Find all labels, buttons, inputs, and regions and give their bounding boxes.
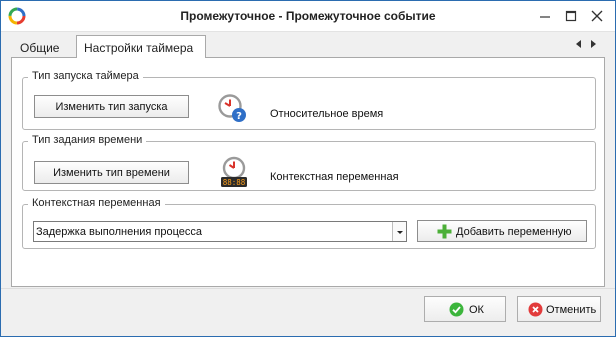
combo-dropdown-button[interactable] <box>392 222 406 241</box>
minimize-icon[interactable] <box>538 9 552 23</box>
change-time-type-button[interactable]: Изменить тип времени <box>34 161 189 184</box>
time-type-value: Контекстная переменная <box>270 171 399 183</box>
close-icon[interactable] <box>590 9 604 23</box>
timer-start-group: Тип запуска таймера Изменить тип запуска… <box>22 70 596 130</box>
chevron-down-icon <box>397 231 403 234</box>
start-type-value: Относительное время <box>270 108 384 120</box>
time-setting-legend: Тип задания времени <box>28 134 147 146</box>
title-bar[interactable]: Промежуточное - Промежуточное событие <box>1 1 615 32</box>
ok-label: ОК <box>469 304 484 316</box>
cancel-label: Отменить <box>546 304 597 316</box>
cancel-button[interactable]: Отменить <box>517 296 601 322</box>
dialog-window: Промежуточное - Промежуточное событие Об… <box>0 0 616 337</box>
maximize-icon[interactable] <box>564 9 578 23</box>
time-setting-group: Тип задания времени Изменить тип времени… <box>22 134 596 191</box>
svg-text:?: ? <box>236 111 242 122</box>
ok-button[interactable]: ОК <box>424 296 506 322</box>
clock-digital-icon: 88:88 <box>221 156 247 187</box>
add-variable-label: Добавить переменную <box>456 226 572 238</box>
svg-text:88:88: 88:88 <box>223 178 246 187</box>
change-start-type-button[interactable]: Изменить тип запуска <box>34 95 189 118</box>
tab-general[interactable]: Общие <box>13 37 75 58</box>
timer-settings-panel: Тип запуска таймера Изменить тип запуска… <box>11 58 605 287</box>
context-variable-selected: Задержка выполнения процесса <box>36 226 203 238</box>
footer-divider <box>1 288 615 289</box>
tab-next-icon[interactable] <box>588 39 598 49</box>
window-title: Промежуточное - Промежуточное событие <box>180 9 436 23</box>
context-variable-legend: Контекстная переменная <box>28 197 165 209</box>
context-variable-group: Контекстная переменная Задержка выполнен… <box>22 197 596 249</box>
check-circle-icon <box>449 302 464 317</box>
add-variable-button[interactable]: Добавить переменную <box>417 220 587 242</box>
clock-question-icon: ? <box>218 94 246 122</box>
timer-start-legend: Тип запуска таймера <box>28 70 143 82</box>
cancel-circle-icon <box>528 302 543 317</box>
tab-prev-icon[interactable] <box>574 39 584 49</box>
context-variable-select[interactable]: Задержка выполнения процесса <box>33 221 407 242</box>
tab-strip: Общие Настройки таймера <box>11 34 605 59</box>
tab-timer-settings[interactable]: Настройки таймера <box>76 35 206 59</box>
plus-icon <box>437 224 452 239</box>
